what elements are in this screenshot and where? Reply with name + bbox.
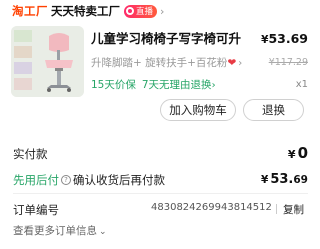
pay-later-row[interactable]: 先用后付 ? 确认收货后再付款: [13, 172, 165, 188]
product-thumbnail[interactable]: [11, 26, 84, 97]
chevron-right-icon: ›: [160, 4, 165, 18]
pay-later-amount: ¥53.69: [261, 172, 308, 187]
live-label: 直播: [136, 7, 154, 17]
credit-currency: ¥: [261, 174, 269, 186]
price-protect-label: 15天价保: [91, 79, 136, 91]
return-button[interactable]: 退换: [243, 99, 304, 121]
paid-amount: ¥0: [288, 144, 308, 162]
add-to-cart-button[interactable]: 加入购物车: [160, 99, 236, 121]
more-order-info-link[interactable]: 查看更多订单信息 ⌄: [13, 223, 107, 238]
free-return-label: 7天无理由退换: [141, 79, 212, 91]
live-icon: [126, 7, 134, 15]
product-price: ¥53.69: [261, 31, 308, 46]
product-title[interactable]: 儿童学习椅椅子写字椅可升: [91, 28, 249, 47]
paid-label: 实付款: [13, 147, 48, 161]
order-number: 4830824269943814512: [151, 202, 272, 213]
live-badge[interactable]: 直播: [124, 4, 158, 18]
heart-icon: ❤: [227, 57, 237, 69]
separator: [276, 204, 277, 214]
product-spec[interactable]: 升降脚踏+ 旋转扶手+百花粉❤ ›: [91, 55, 291, 70]
paid-value: 0: [297, 144, 308, 162]
question-icon[interactable]: ?: [61, 175, 71, 185]
spec-text: 升降脚踏+ 旋转扶手+百花粉: [91, 57, 228, 69]
store-name[interactable]: 天天特卖工厂: [51, 3, 120, 19]
store-logo: 淘工厂: [12, 4, 48, 18]
more-order-info-label: 查看更多订单信息: [13, 225, 97, 237]
pay-later-brand: 先用后付: [13, 173, 59, 187]
chevron-right-icon: ›: [211, 80, 216, 91]
credit-cents: 69: [293, 174, 308, 186]
pay-later-text: 确认收货后再付款: [73, 173, 165, 187]
original-price: ¥117.29: [268, 57, 308, 68]
store-header[interactable]: 淘工厂 天天特卖工厂 直播 ›: [12, 2, 164, 20]
service-promises[interactable]: 15天价保 7天无理由退换›: [91, 77, 216, 92]
chevron-right-icon: ›: [238, 58, 243, 69]
price-value: 53.69: [268, 31, 308, 46]
order-number-label: 订单编号: [13, 203, 59, 217]
divider: [13, 193, 308, 194]
credit-int: 53.: [270, 172, 294, 187]
copy-button[interactable]: 复制: [283, 202, 304, 217]
chevron-down-icon: ⌄: [99, 227, 107, 237]
paid-currency: ¥: [287, 148, 296, 161]
quantity: x1: [295, 79, 308, 90]
